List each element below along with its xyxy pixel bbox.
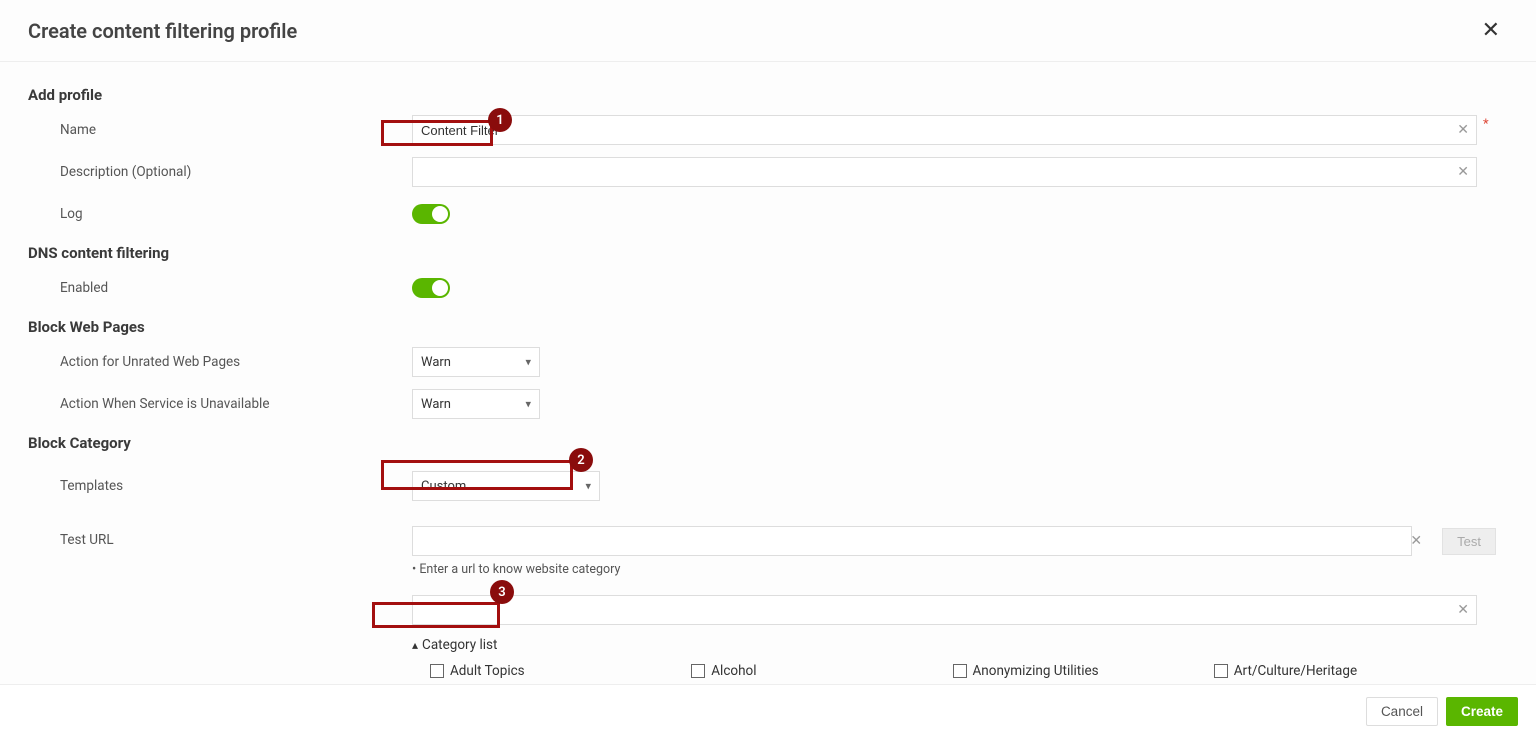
category-label: Adult Topics: [450, 663, 525, 679]
label-action-unavailable: Action When Service is Unavailable: [28, 396, 412, 412]
category-label: Anonymizing Utilities: [973, 663, 1099, 679]
category-item[interactable]: Business: [953, 683, 1198, 684]
test-url-input[interactable]: [412, 526, 1412, 556]
test-button[interactable]: Test: [1442, 528, 1496, 555]
name-input[interactable]: [412, 115, 1477, 145]
dialog-header: Create content filtering profile ✕: [0, 0, 1536, 62]
description-input[interactable]: [412, 157, 1477, 187]
dialog-body: Add profile Name ✕ * Description (Option…: [0, 62, 1536, 684]
category-item[interactable]: Art/Culture/Heritage: [1214, 663, 1459, 679]
label-description: Description (Optional): [28, 164, 412, 180]
label-action-unrated: Action for Unrated Web Pages: [28, 354, 412, 370]
action-unavailable-select[interactable]: Warn ▾: [412, 389, 540, 419]
section-dns-content-filtering: DNS content filtering: [28, 244, 1508, 262]
row-test-url: Test URL ✕ Test • Enter a url to know we…: [28, 526, 1508, 577]
row-name: Name ✕ *: [28, 114, 1508, 146]
category-item[interactable]: Blogs/Wiki: [691, 683, 936, 684]
log-toggle[interactable]: [412, 204, 450, 224]
section-block-category: Block Category: [28, 434, 1508, 452]
category-label: Auctions/Classifieds: [450, 683, 575, 684]
action-unrated-value: Warn: [421, 355, 451, 370]
row-action-unavailable: Action When Service is Unavailable Warn …: [28, 388, 1508, 420]
checkbox-icon: [953, 664, 967, 678]
category-grid: Adult Topics Alcohol Anonymizing Utiliti…: [412, 663, 1477, 684]
category-label: Alcohol: [711, 663, 756, 679]
category-label: Blogs/Wiki: [711, 683, 776, 684]
annotation-badge-2: 2: [569, 448, 593, 472]
section-add-profile: Add profile: [28, 86, 1508, 104]
category-list-toggle[interactable]: ▴ Category list: [412, 637, 1477, 653]
section-block-web-pages: Block Web Pages: [28, 318, 1508, 336]
category-search-wrap: ✕: [412, 595, 1477, 625]
category-label: Art/Culture/Heritage: [1234, 663, 1357, 679]
test-url-hint: • Enter a url to know website category: [412, 562, 620, 577]
category-search-input[interactable]: [412, 595, 1477, 625]
row-categories: ✕ ▴ Category list Adult Topics Alcohol A…: [28, 595, 1508, 684]
category-item[interactable]: Anonymizing Utilities: [953, 663, 1198, 679]
row-log: Log: [28, 198, 1508, 230]
action-unrated-select[interactable]: Warn ▾: [412, 347, 540, 377]
dialog-title: Create content filtering profile: [28, 19, 297, 43]
annotation-badge-1: 1: [488, 108, 512, 132]
category-item[interactable]: Chat: [1214, 683, 1459, 684]
required-indicator: *: [1483, 117, 1489, 132]
category-label: Business: [973, 683, 1028, 684]
cancel-button[interactable]: Cancel: [1366, 697, 1438, 726]
dialog-footer: Cancel Create: [0, 684, 1536, 738]
clear-icon[interactable]: ✕: [1457, 122, 1469, 138]
enabled-toggle[interactable]: [412, 278, 450, 298]
label-name: Name: [28, 122, 412, 138]
label-test-url: Test URL: [28, 526, 412, 548]
category-item[interactable]: Adult Topics: [430, 663, 675, 679]
chevron-down-icon: ▾: [585, 480, 591, 493]
label-templates: Templates: [28, 478, 412, 494]
row-enabled: Enabled: [28, 272, 1508, 304]
close-icon[interactable]: ✕: [1474, 14, 1508, 47]
chevron-down-icon: ▾: [525, 398, 531, 411]
checkbox-icon: [430, 664, 444, 678]
annotation-badge-3: 3: [490, 580, 514, 604]
create-button[interactable]: Create: [1446, 697, 1518, 726]
category-item[interactable]: Alcohol: [691, 663, 936, 679]
category-list-label: Category list: [422, 637, 497, 653]
category-label: Chat: [1234, 683, 1262, 684]
clear-icon[interactable]: ✕: [1457, 164, 1469, 180]
chevron-up-icon: ▴: [412, 638, 418, 652]
checkbox-icon: [691, 664, 705, 678]
row-templates: Templates Custom ▾: [28, 470, 1508, 502]
templates-select[interactable]: Custom ▾: [412, 471, 600, 501]
clear-icon[interactable]: ✕: [1410, 533, 1422, 549]
dialog-create-content-filtering-profile: Create content filtering profile ✕ Add p…: [0, 0, 1536, 738]
templates-value: Custom: [421, 479, 466, 494]
row-action-unrated: Action for Unrated Web Pages Warn ▾: [28, 346, 1508, 378]
clear-icon[interactable]: ✕: [1457, 602, 1469, 618]
label-log: Log: [28, 206, 412, 222]
checkbox-icon: [1214, 664, 1228, 678]
chevron-down-icon: ▾: [525, 356, 531, 369]
label-enabled: Enabled: [28, 280, 412, 296]
action-unavailable-value: Warn: [421, 397, 451, 412]
category-item[interactable]: Auctions/Classifieds: [430, 683, 675, 684]
row-description: Description (Optional) ✕: [28, 156, 1508, 188]
